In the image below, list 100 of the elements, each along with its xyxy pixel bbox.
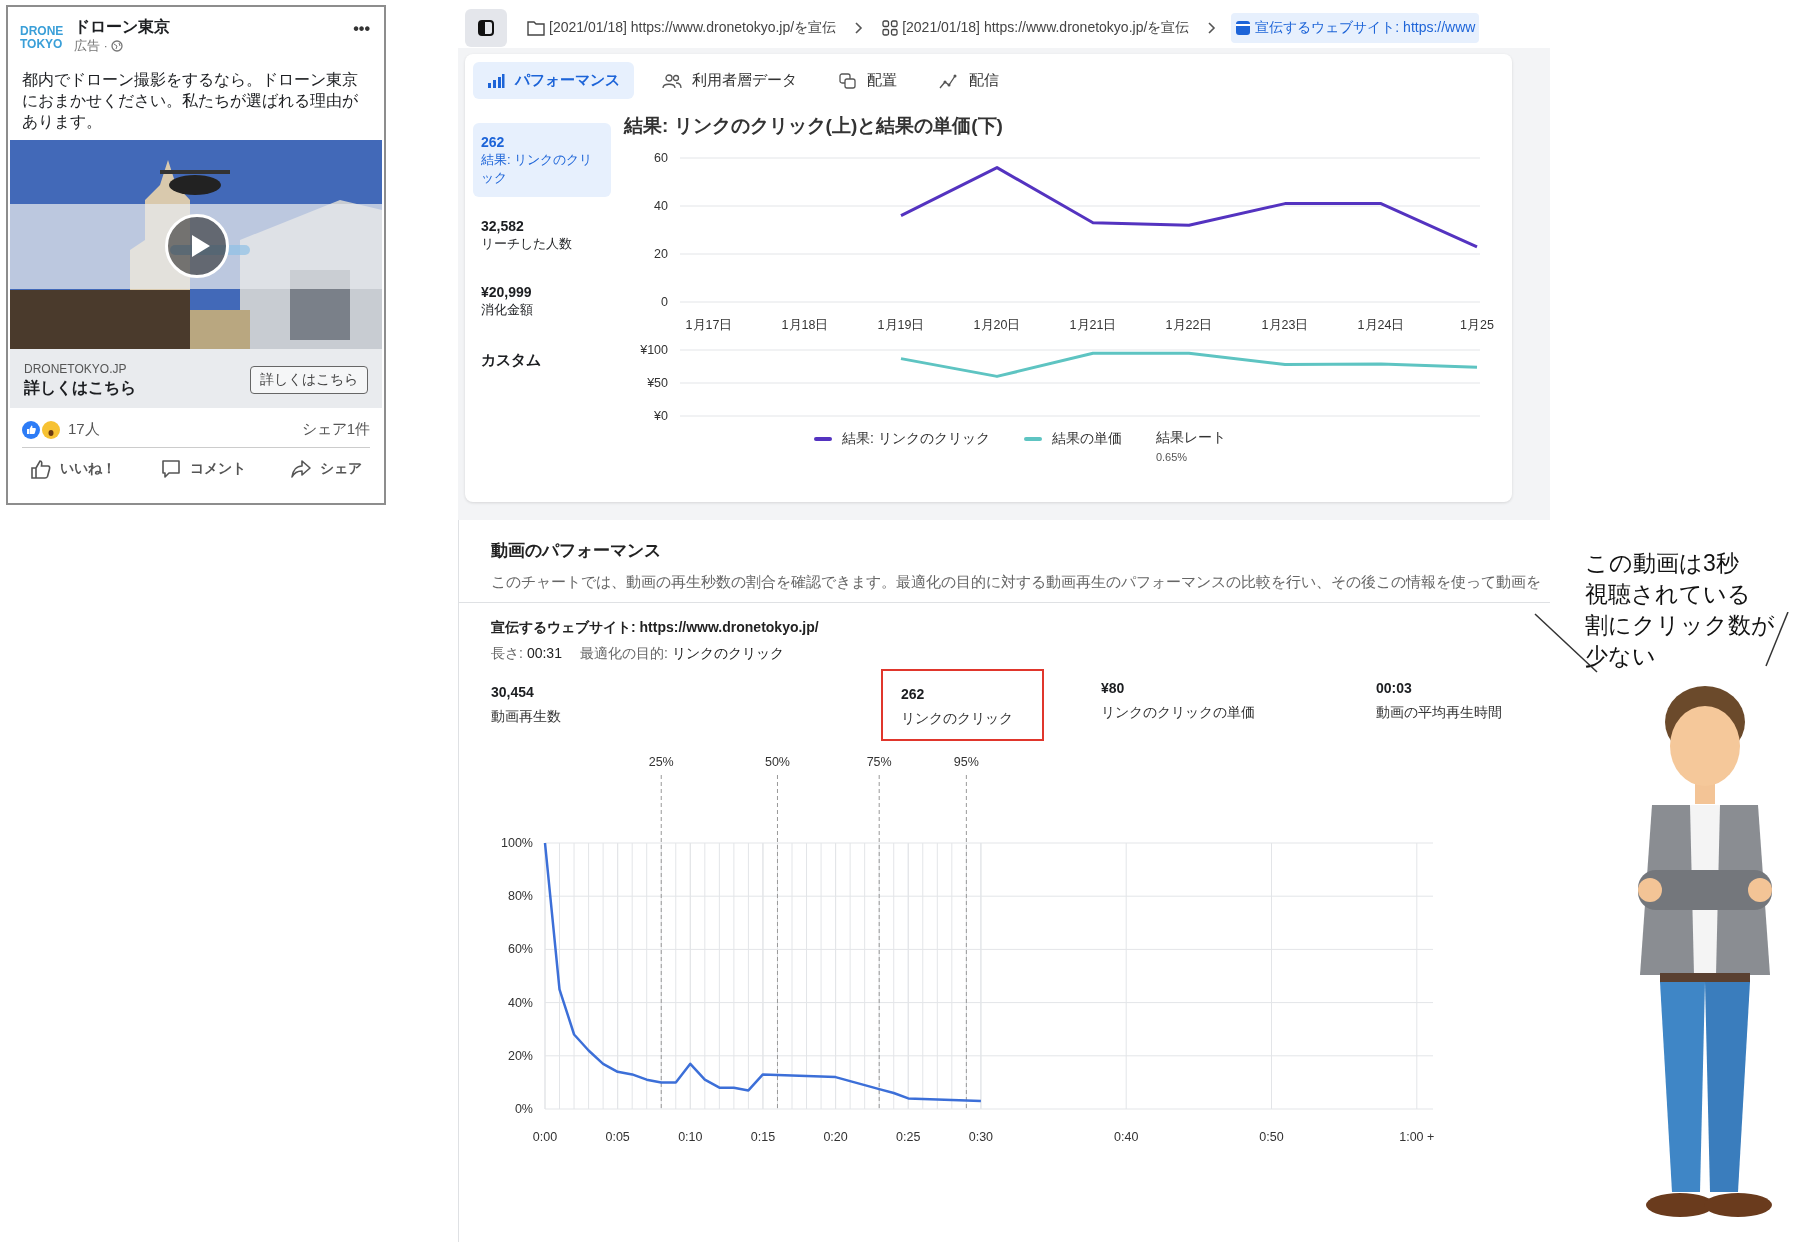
breadcrumb-link[interactable]: 宣伝するウェブサイト: https://www bbox=[1231, 13, 1480, 43]
metric-value: ¥20,999 bbox=[481, 283, 533, 301]
axis-label: 1月17日 bbox=[685, 318, 733, 332]
bar-chart-icon bbox=[487, 72, 505, 89]
speech-text: 割にクリック数が bbox=[1585, 611, 1775, 640]
more-button[interactable]: ••• bbox=[351, 17, 372, 41]
meta-value: 00:31 bbox=[526, 644, 562, 663]
thumbs-up-icon bbox=[30, 458, 52, 480]
sidebar-icon bbox=[477, 19, 495, 37]
reaction-count[interactable]: 17人 bbox=[68, 420, 100, 439]
axis-label: 0:50 bbox=[1259, 1130, 1284, 1144]
metric-label: リーチした人数 bbox=[481, 235, 573, 253]
tab[interactable]: 配信 bbox=[925, 62, 1013, 99]
stat-value: 262 bbox=[901, 685, 926, 703]
page-logo: DRONE TOKYO bbox=[20, 23, 65, 51]
speech-text: 視聴されている bbox=[1585, 580, 1752, 609]
axis-label: 1月20日 bbox=[973, 318, 1021, 332]
metric-item[interactable]: ¥20,999 消化金額 bbox=[473, 273, 611, 329]
post-text: 都内でドローン撮影をするなら。ドローン東京におまかせください。私たちが選ばれる理由があります。 bbox=[21, 70, 359, 132]
marker-label: 50% bbox=[764, 755, 790, 769]
axis-label: 1月23日 bbox=[1261, 318, 1309, 332]
axis-label: 0:15 bbox=[750, 1130, 776, 1144]
tab[interactable]: 配置 bbox=[825, 62, 911, 99]
section-label: カスタム bbox=[480, 350, 542, 370]
axis-label: 0% bbox=[514, 1102, 533, 1116]
axis-label: 80% bbox=[507, 889, 533, 904]
breadcrumb-link[interactable]: [2021/01/18] https://www.dronetokyo.jp/を宣伝 bbox=[523, 13, 841, 43]
axis-label: 1月18日 bbox=[781, 318, 829, 332]
comment-button[interactable]: コメント bbox=[152, 452, 254, 486]
axis-label: 0:10 bbox=[678, 1130, 703, 1144]
metric-value: 262 bbox=[481, 133, 506, 151]
learn-more-button[interactable]: 詳しくはこちら bbox=[250, 365, 368, 394]
breadcrumb-link[interactable]: [2021/01/18] https://www.dronetokyo.jp/を宣伝 bbox=[878, 13, 1194, 43]
legend-label: 結果: リンクのクリック bbox=[842, 430, 990, 448]
link-domain: DRONETOKYO.JP bbox=[24, 361, 128, 377]
stat-value: ¥80 bbox=[1101, 679, 1126, 697]
tab[interactable]: パフォーマンス bbox=[473, 62, 634, 99]
ad-icon bbox=[1235, 20, 1252, 36]
stat-value: 00:03 bbox=[1376, 679, 1413, 697]
meta-label: 長さ: bbox=[491, 644, 523, 663]
meta-value: リンクのクリック bbox=[671, 644, 784, 663]
sponsored-label: 広告 · bbox=[74, 37, 108, 55]
axis-label: 0:25 bbox=[896, 1130, 921, 1144]
trend-icon bbox=[939, 72, 959, 89]
share-button[interactable]: シェア bbox=[282, 452, 370, 486]
marker-label: 95% bbox=[953, 755, 979, 769]
axis-label: 20 bbox=[654, 247, 668, 261]
axis-label: 1月19日 bbox=[877, 318, 925, 332]
like-button[interactable]: いいね！ bbox=[22, 452, 124, 486]
axis-label: 60% bbox=[507, 942, 533, 957]
metric-label: 消化金額 bbox=[481, 301, 534, 319]
grid-icon bbox=[882, 20, 899, 36]
chevron-icon bbox=[1207, 21, 1218, 35]
axis-label: ¥0 bbox=[654, 409, 668, 423]
stat-value: 30,454 bbox=[491, 683, 535, 701]
folder-icon bbox=[527, 20, 545, 36]
axis-label: 0:20 bbox=[823, 1130, 848, 1144]
axis-label: 0:05 bbox=[605, 1130, 630, 1144]
people-icon bbox=[662, 72, 682, 89]
axis-label: ¥50 bbox=[647, 376, 668, 390]
axis-label: ¥100 bbox=[640, 343, 668, 357]
speech-text: 少ない bbox=[1585, 642, 1657, 671]
axis-label: 20% bbox=[507, 1048, 533, 1063]
stat-label: リンクのクリック bbox=[901, 709, 1014, 727]
wow-reaction-icon bbox=[42, 420, 60, 439]
axis-label: 40% bbox=[507, 995, 533, 1010]
axis-label: 40 bbox=[654, 199, 668, 213]
axis-label: 0:40 bbox=[1114, 1130, 1139, 1144]
axis-label: 1月24日 bbox=[1357, 318, 1405, 332]
axis-label: 0 bbox=[661, 295, 668, 309]
metric-item[interactable]: 262 結果: リンクのクリック bbox=[473, 123, 611, 197]
stat-label: リンクのクリックの単価 bbox=[1101, 703, 1256, 721]
placement-icon bbox=[839, 72, 857, 89]
section-title: 動画のパフォーマンス bbox=[491, 540, 662, 562]
link-headline[interactable]: 詳しくはこちら bbox=[24, 377, 136, 398]
metric-label: 結果: リンクのクリック bbox=[481, 151, 594, 187]
comment-icon bbox=[160, 458, 182, 480]
page-name[interactable]: ドローン東京 bbox=[74, 17, 344, 37]
tab[interactable]: 利用者層データ bbox=[648, 62, 811, 99]
metric-item[interactable]: 32,582 リーチした人数 bbox=[473, 207, 611, 263]
like-reaction-icon bbox=[22, 420, 40, 439]
axis-label: 100% bbox=[501, 836, 533, 850]
globe-icon bbox=[110, 40, 123, 52]
sidebar-toggle-button[interactable] bbox=[465, 9, 507, 47]
speech-text: この動画は3秒 bbox=[1585, 549, 1740, 578]
axis-label: 0:00 bbox=[532, 1130, 558, 1144]
axis-label: 1月22日 bbox=[1165, 318, 1213, 332]
legend-label: 結果レート bbox=[1155, 429, 1226, 447]
share-icon bbox=[290, 458, 312, 480]
rate-value: 0.65% bbox=[1155, 451, 1189, 463]
meta-label: 最適化の目的: bbox=[579, 644, 668, 663]
marker-label: 25% bbox=[648, 755, 674, 769]
stat-label: 動画再生数 bbox=[491, 707, 562, 725]
ad-name: 宣伝するウェブサイト: https://www.dronetokyo.jp/ bbox=[491, 618, 820, 637]
axis-label: 0:30 bbox=[968, 1130, 994, 1144]
axis-label: 60 bbox=[654, 151, 668, 165]
axis-label: 1:00 + bbox=[1399, 1130, 1435, 1144]
metric-value: 32,582 bbox=[481, 217, 525, 235]
share-count[interactable]: シェア1件 bbox=[301, 420, 370, 439]
chevron-icon bbox=[854, 21, 865, 35]
